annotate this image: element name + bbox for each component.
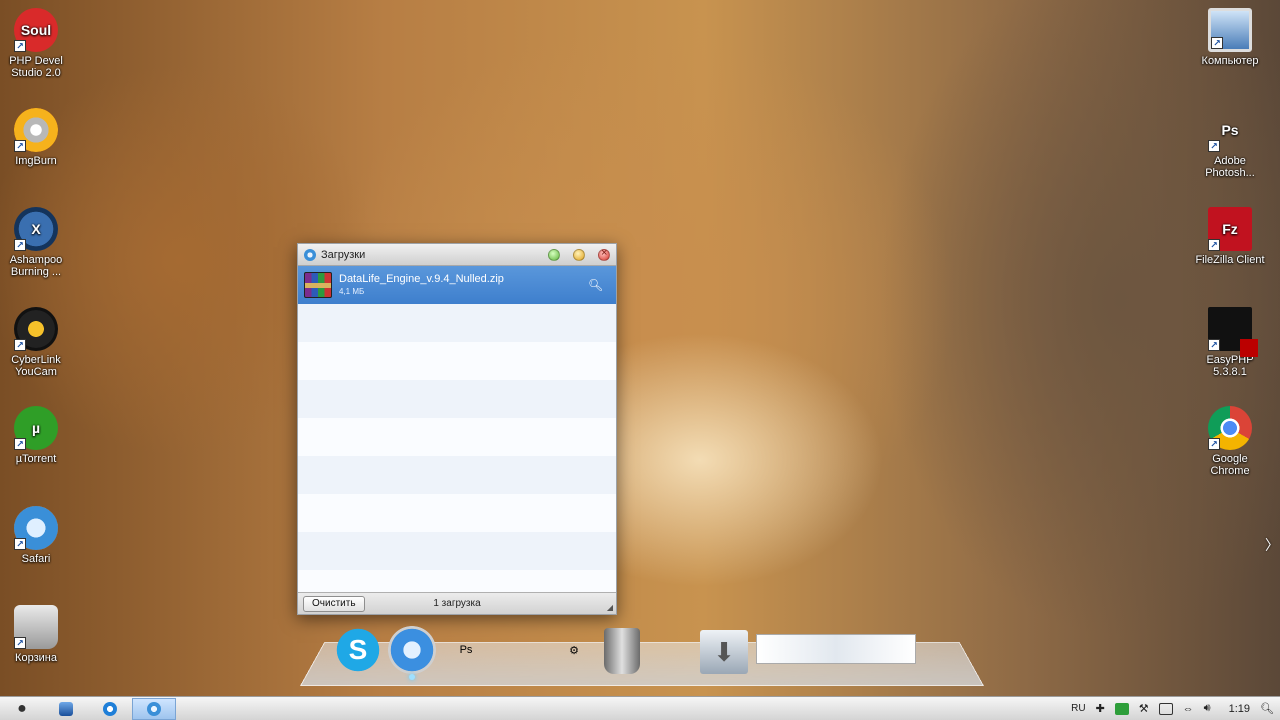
edge-arrow-icon[interactable]: 〉 bbox=[1265, 535, 1279, 555]
taskbar: ● RU ✚ ⚒ ⇔ 🔊︎ 1:19 🔍︎ bbox=[0, 696, 1280, 720]
desktop-icon-computer[interactable]: ↗ Компьютер bbox=[1194, 8, 1266, 67]
desktop-icon-imgburn[interactable]: ↗ ImgBurn bbox=[0, 107, 72, 167]
dock-item-computer[interactable] bbox=[496, 626, 544, 674]
battery-icon[interactable] bbox=[1158, 702, 1173, 715]
desktop-icon-label: FileZilla Client bbox=[1195, 254, 1265, 266]
desktop-icon-label: Корзина bbox=[15, 652, 57, 664]
shortcut-arrow-icon: ↗ bbox=[14, 637, 26, 649]
downloads-app-icon bbox=[147, 701, 161, 716]
network-icon[interactable]: ⇔ bbox=[1183, 703, 1194, 715]
shortcut-arrow-icon: ↗ bbox=[14, 239, 26, 251]
downloads-stack-icon: ⬇ bbox=[713, 636, 735, 667]
magnifier-icon[interactable]: 🔍︎ bbox=[588, 278, 603, 292]
dock-item-skype[interactable]: S bbox=[334, 626, 382, 674]
desktop-icon-label: ImgBurn bbox=[15, 154, 57, 167]
downloads-list[interactable]: DataLife_Engine_v.9.4_Nulled.zip 4,1 МБ … bbox=[298, 266, 616, 592]
system-tray: RU ✚ ⚒ ⇔ 🔊︎ 1:19 🔍︎ bbox=[1061, 698, 1280, 720]
download-item-text: DataLife_Engine_v.9.4_Nulled.zip 4,1 МБ bbox=[339, 272, 504, 298]
imgburn-icon: ↗ bbox=[14, 107, 58, 152]
desktop-icon-label: Safari bbox=[21, 552, 51, 565]
chrome-icon: ↗ bbox=[1208, 406, 1252, 450]
desktop-icon-label: EasyPHP 5.3.8.1 bbox=[1206, 353, 1254, 378]
gear-icon: ⚙ bbox=[569, 644, 579, 657]
internet-explorer-icon bbox=[103, 701, 117, 716]
shortcut-arrow-icon: ↗ bbox=[1208, 338, 1220, 351]
shortcut-arrow-icon: ↗ bbox=[14, 338, 26, 351]
dock-item-safari[interactable] bbox=[388, 626, 436, 680]
shortcut-arrow-icon: ↗ bbox=[14, 40, 26, 52]
utorrent-icon: µ ↗ bbox=[14, 406, 58, 450]
php-devel-studio-icon: Soul ↗ bbox=[14, 8, 58, 52]
dock-item-settings[interactable]: ⚙ bbox=[550, 626, 598, 674]
desktop-icon-ashampoo[interactable]: X ↗ Ashampoo Burning ... bbox=[0, 207, 72, 278]
easyphp-icon: ↗ bbox=[1208, 306, 1258, 357]
clock[interactable]: 1:19 bbox=[1229, 703, 1250, 715]
resize-grip-icon[interactable]: ◢ bbox=[607, 603, 613, 612]
downloads-window: Загрузки DataLife_Engine_v.9.4_Nulled.zi… bbox=[297, 243, 617, 615]
dock-item-photoshop[interactable]: Ps bbox=[442, 626, 490, 674]
download-size: 4,1 МБ bbox=[339, 287, 365, 296]
desktop-icon-photoshop[interactable]: Ps ↗ Adobe Photosh... bbox=[1194, 108, 1266, 179]
dock-item-apps[interactable] bbox=[646, 626, 694, 674]
downloads-app-icon bbox=[304, 248, 316, 261]
computer-icon: ↗ bbox=[1208, 8, 1252, 52]
desktop-icon-chrome[interactable]: ↗ Google Chrome bbox=[1194, 406, 1266, 477]
desktop-icon-label: µTorrent bbox=[15, 453, 57, 465]
shortcut-arrow-icon: ↗ bbox=[1208, 139, 1220, 152]
shortcut-arrow-icon: ↗ bbox=[1208, 239, 1220, 251]
desktop-icon-cyberlink[interactable]: ↗ CyberLink YouCam bbox=[0, 306, 72, 378]
dock-item-trash[interactable] bbox=[604, 628, 640, 674]
language-indicator[interactable]: RU bbox=[1071, 703, 1085, 714]
desktop-icon-label: CyberLink YouCam bbox=[11, 353, 61, 378]
window-statusbar: Очистить 1 загрузка ◢ bbox=[298, 592, 616, 614]
desktop-icon-recycle[interactable]: ↗ Корзина bbox=[0, 605, 72, 664]
filezilla-icon: Fz ↗ bbox=[1208, 207, 1252, 251]
desktop-icon-label: Компьютер bbox=[1201, 55, 1259, 67]
winrar-archive-icon bbox=[304, 272, 332, 298]
window-title: Загрузки bbox=[321, 248, 366, 261]
desktop-icon-easyphp[interactable]: ↗ EasyPHP 5.3.8.1 bbox=[1194, 306, 1266, 378]
desktop-icon-label: Google Chrome bbox=[1210, 453, 1250, 477]
cyberlink-youcam-icon: ↗ bbox=[14, 306, 58, 351]
taskbar-explorer-button[interactable] bbox=[44, 698, 88, 720]
tools-icon[interactable]: ⚒ bbox=[1139, 702, 1149, 715]
photoshop-icon: Ps bbox=[459, 644, 473, 656]
dock: S Ps ⚙ ⬇ bbox=[334, 624, 916, 680]
desktop-icon-php-devel[interactable]: Soul ↗ PHP Devel Studio 2.0 bbox=[0, 8, 72, 79]
tray-app-icon[interactable] bbox=[1114, 702, 1129, 715]
taskbar-downloads-button[interactable] bbox=[132, 697, 176, 720]
close-button[interactable] bbox=[598, 247, 610, 261]
dock-window-preview[interactable] bbox=[756, 634, 916, 664]
shortcut-arrow-icon: ↗ bbox=[1208, 438, 1220, 450]
explorer-icon bbox=[59, 701, 73, 716]
recycle-bin-icon: ↗ bbox=[14, 605, 58, 649]
download-item[interactable]: DataLife_Engine_v.9.4_Nulled.zip 4,1 МБ … bbox=[298, 266, 616, 304]
desktop-icon-utorrent[interactable]: µ ↗ µTorrent bbox=[0, 406, 72, 465]
desktop-icon-filezilla[interactable]: Fz ↗ FileZilla Client bbox=[1194, 207, 1266, 266]
taskbar-ie-button[interactable] bbox=[88, 698, 132, 720]
ashampoo-icon: X ↗ bbox=[14, 207, 58, 251]
plus-icon[interactable]: ✚ bbox=[1096, 702, 1105, 715]
minimize-button[interactable] bbox=[573, 248, 585, 261]
photoshop-icon: Ps ↗ bbox=[1208, 108, 1252, 152]
volume-icon[interactable]: 🔊︎ bbox=[1204, 702, 1211, 715]
download-filename: DataLife_Engine_v.9.4_Nulled.zip bbox=[339, 273, 504, 285]
desktop-icon-label: Ashampoo Burning ... bbox=[9, 254, 63, 278]
desktop-icon-label: PHP Devel Studio 2.0 bbox=[9, 55, 63, 79]
desktop-icon-safari[interactable]: ↗ Safari bbox=[0, 505, 72, 565]
shortcut-arrow-icon: ↗ bbox=[14, 537, 26, 550]
safari-icon: ↗ bbox=[14, 505, 58, 550]
desktop-icon-label: Adobe Photosh... bbox=[1205, 154, 1255, 179]
window-titlebar[interactable]: Загрузки bbox=[298, 244, 616, 266]
shortcut-arrow-icon: ↗ bbox=[14, 438, 26, 450]
apple-menu-icon[interactable]: ● bbox=[0, 698, 44, 720]
maximize-button[interactable] bbox=[548, 248, 560, 261]
shortcut-arrow-icon: ↗ bbox=[14, 139, 26, 152]
clear-button[interactable]: Очистить bbox=[303, 595, 365, 612]
shortcut-arrow-icon: ↗ bbox=[1211, 37, 1223, 49]
skype-icon: S bbox=[348, 634, 368, 665]
dock-item-downloads[interactable]: ⬇ bbox=[700, 630, 748, 674]
search-icon[interactable]: 🔍︎ bbox=[1260, 702, 1274, 715]
